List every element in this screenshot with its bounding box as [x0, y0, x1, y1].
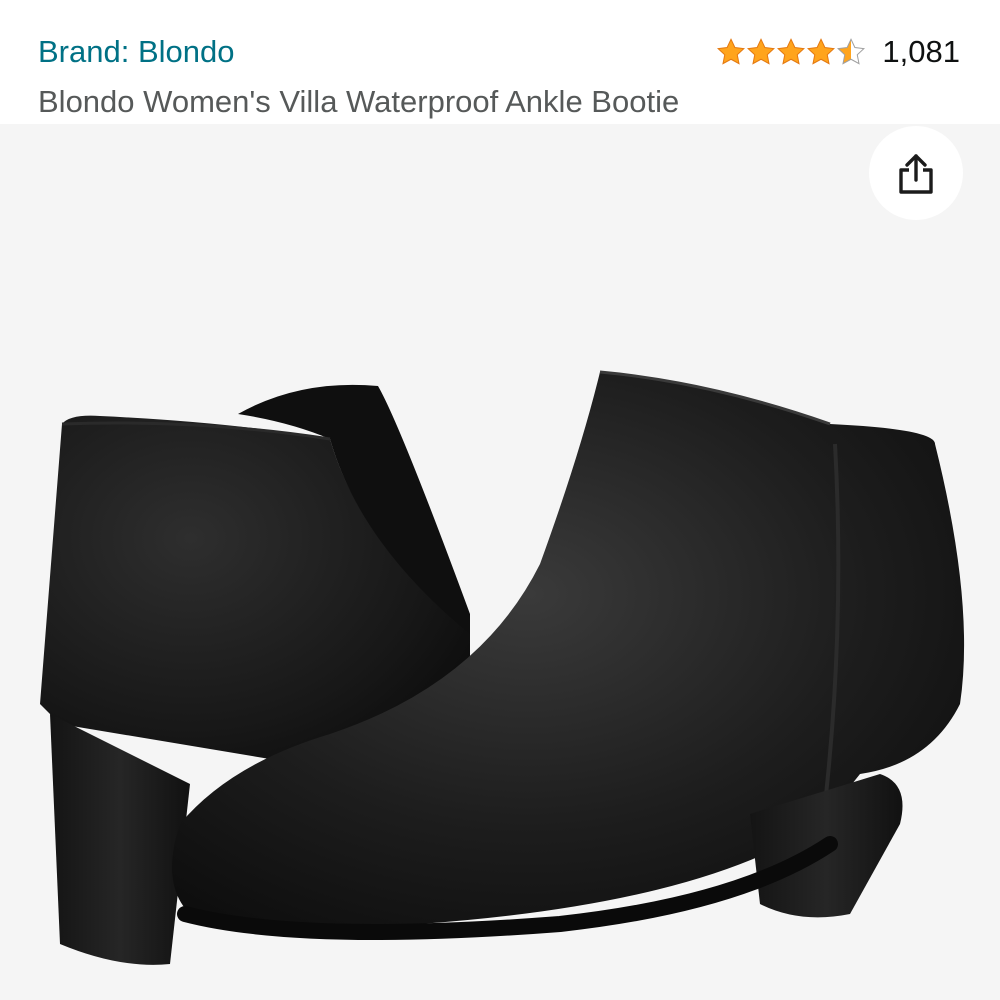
star-icon	[777, 38, 806, 65]
product-header: Brand: Blondo Blondo Women's Villa Water…	[0, 0, 1000, 124]
product-image[interactable]	[0, 124, 1000, 1000]
share-button[interactable]	[869, 126, 963, 220]
rating-count: 1,081	[882, 34, 960, 69]
star-icon	[747, 38, 776, 65]
half-star-icon	[837, 38, 866, 65]
star-icon	[807, 38, 836, 65]
share-icon	[899, 154, 933, 194]
rating-summary[interactable]: 1,081	[716, 32, 960, 72]
product-title: Blondo Women's Villa Waterproof Ankle Bo…	[38, 84, 680, 119]
star-icon	[717, 38, 746, 65]
brand-link[interactable]: Brand: Blondo	[38, 32, 234, 72]
star-rating	[716, 37, 866, 67]
